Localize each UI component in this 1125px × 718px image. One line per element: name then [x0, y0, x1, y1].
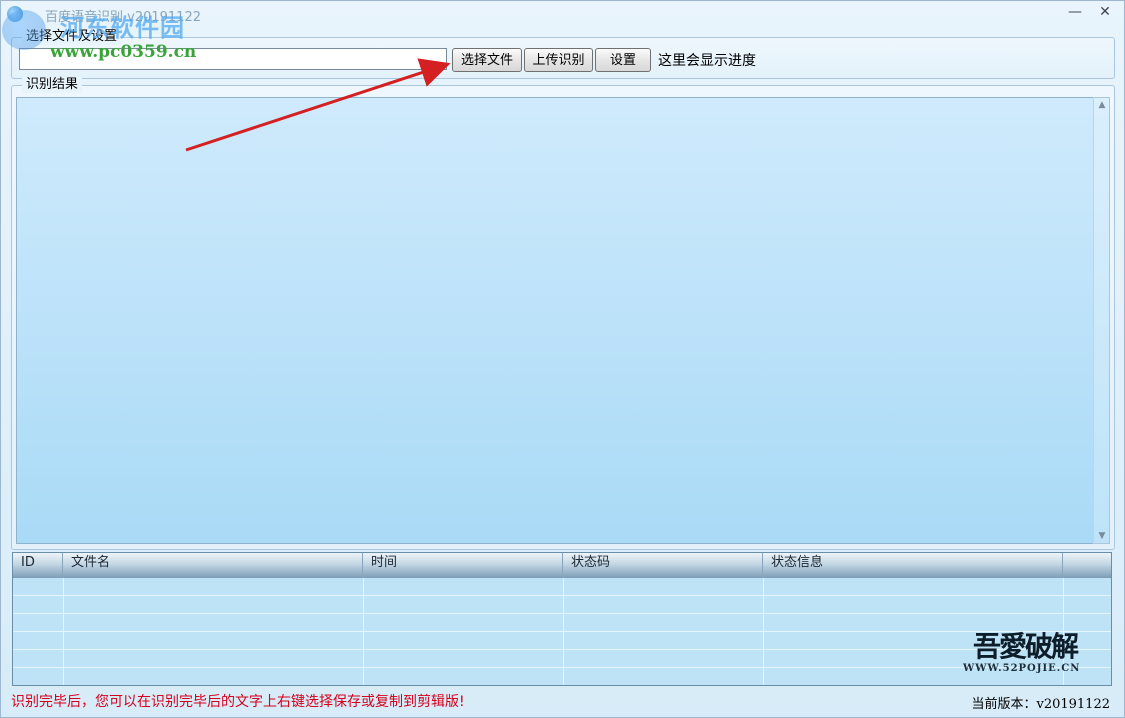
table-row[interactable]	[13, 650, 1111, 668]
table-row[interactable]	[13, 578, 1111, 596]
window-title: 百度语音识别 v20191122	[45, 10, 201, 25]
column-header-filename[interactable]: 文件名	[63, 553, 363, 578]
settings-button[interactable]: 设置	[595, 48, 651, 72]
file-path-input[interactable]	[19, 48, 447, 70]
version-label: 当前版本：	[971, 697, 1037, 712]
column-divider	[63, 578, 64, 685]
column-header-filler	[1063, 553, 1111, 578]
table-row[interactable]	[13, 596, 1111, 614]
result-textarea[interactable]	[16, 97, 1110, 544]
app-globe-icon	[7, 6, 23, 22]
table-body[interactable]	[13, 578, 1111, 685]
column-divider	[763, 578, 764, 685]
scroll-down-icon[interactable]: ▼	[1094, 528, 1110, 544]
upload-recognize-button[interactable]: 上传识别	[524, 48, 593, 72]
result-group-label: 识别结果	[22, 77, 83, 93]
table-row[interactable]	[13, 632, 1111, 650]
version-info: 当前版本：v20191122	[971, 693, 1110, 712]
close-button[interactable]: ✕	[1093, 3, 1117, 21]
column-header-status-info[interactable]: 状态信息	[763, 553, 1063, 578]
version-value: v20191122	[1036, 697, 1110, 712]
column-divider	[563, 578, 564, 685]
result-scrollbar[interactable]: ▲ ▼	[1093, 97, 1110, 544]
usage-hint-text: 识别完毕后，您可以在识别完毕后的文字上右键选择保存或复制到剪辑版!	[11, 694, 465, 710]
table-row[interactable]	[13, 668, 1111, 685]
results-table[interactable]: ID 文件名 时间 状态码 状态信息	[12, 552, 1112, 686]
minimize-button[interactable]: —	[1063, 3, 1087, 21]
column-divider	[1063, 578, 1064, 685]
column-header-time[interactable]: 时间	[363, 553, 563, 578]
table-header: ID 文件名 时间 状态码 状态信息	[13, 553, 1111, 578]
settings-group-label: 选择文件及设置	[22, 29, 122, 45]
column-divider	[363, 578, 364, 685]
column-header-status-code[interactable]: 状态码	[563, 553, 763, 578]
app-window: 百度语音识别 v20191122 — ✕ 选择文件及设置 选择文件 上传识别 设…	[0, 0, 1125, 718]
scroll-up-icon[interactable]: ▲	[1094, 97, 1110, 113]
settings-groupbox: 选择文件及设置 选择文件 上传识别 设置 这里会显示进度	[11, 29, 1115, 79]
title-bar[interactable]: 百度语音识别 v20191122 — ✕	[1, 1, 1124, 27]
column-header-id[interactable]: ID	[13, 553, 63, 578]
result-groupbox: 识别结果 ▲ ▼	[11, 77, 1115, 550]
progress-status-text: 这里会显示进度	[658, 53, 756, 69]
select-file-button[interactable]: 选择文件	[452, 48, 522, 72]
table-row[interactable]	[13, 614, 1111, 632]
scrollbar-track[interactable]: ▲ ▼	[1093, 97, 1110, 544]
